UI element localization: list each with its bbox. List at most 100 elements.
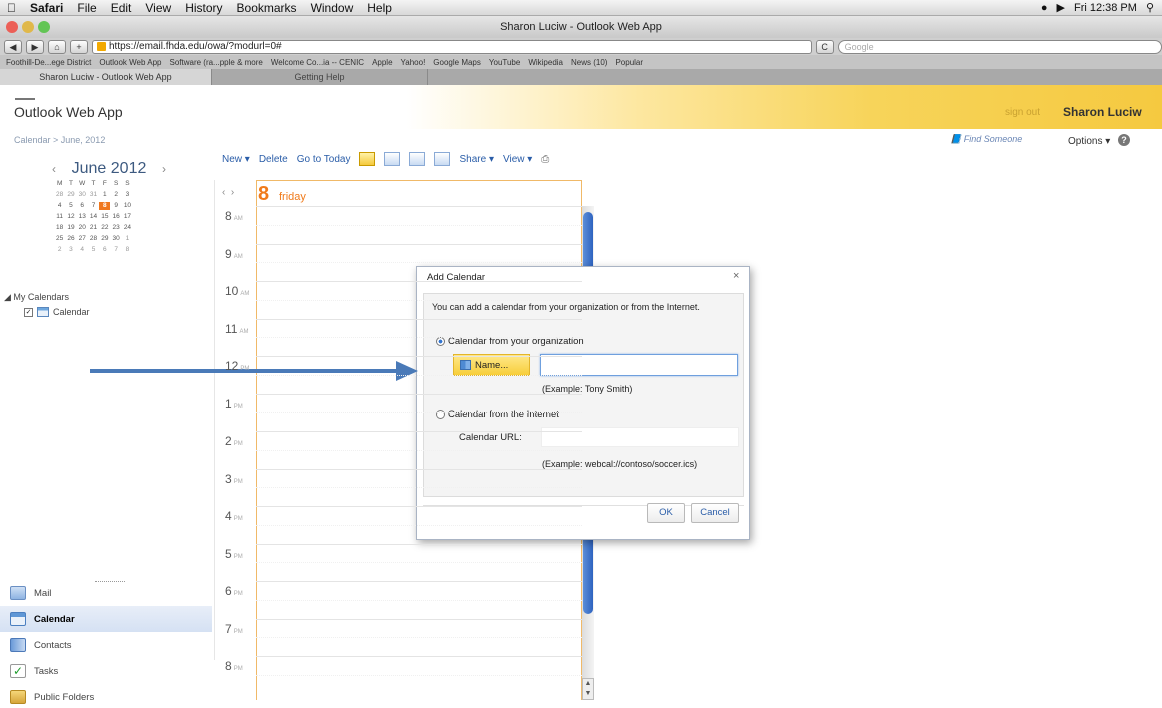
bookmark-item[interactable]: Popular [615, 58, 643, 67]
mini-calendar-day[interactable]: 15 [99, 213, 110, 221]
delete-button[interactable]: Delete [259, 154, 288, 165]
mini-calendar-day[interactable]: 22 [99, 224, 110, 232]
reload-button[interactable]: C [815, 39, 834, 54]
help-icon[interactable]: ? [1118, 134, 1130, 146]
nav-mail[interactable]: Mail [0, 580, 212, 606]
day-nav-arrows[interactable]: ‹ › [222, 187, 234, 198]
mini-calendar-day[interactable]: 8 [122, 246, 133, 254]
month-view-icon[interactable] [434, 152, 451, 166]
mini-calendar-day[interactable]: 9 [110, 202, 121, 210]
bookmark-item[interactable]: Software (ra...pple & more [169, 58, 262, 67]
search-field[interactable]: Google [837, 39, 1162, 54]
nav-tasks[interactable]: ✓ Tasks [0, 658, 212, 684]
mini-calendar-day[interactable]: 26 [65, 235, 76, 243]
mini-calendar-day[interactable]: 30 [77, 191, 88, 199]
mini-calendar-day[interactable]: 6 [99, 246, 110, 254]
tab-getting-help[interactable]: Getting Help [212, 69, 428, 85]
mini-calendar-day[interactable]: 29 [99, 235, 110, 243]
mini-calendar-day[interactable]: 8 [99, 202, 111, 210]
minimize-window-icon[interactable] [22, 21, 34, 33]
forward-button[interactable]: ▶ [26, 39, 44, 54]
mini-calendar-day[interactable]: 28 [54, 191, 65, 199]
mini-calendar-day[interactable]: 6 [77, 202, 88, 210]
back-button[interactable]: ◀ [4, 39, 22, 54]
close-window-icon[interactable] [6, 21, 18, 33]
radio-button-on[interactable] [436, 337, 445, 346]
add-bookmark-button[interactable]: + [70, 39, 88, 54]
next-month-icon[interactable]: › [156, 162, 172, 176]
cancel-button[interactable]: Cancel [691, 503, 739, 523]
mini-calendar-day[interactable]: 4 [77, 246, 88, 254]
close-icon[interactable]: × [733, 270, 739, 282]
mini-calendar-day[interactable]: 10 [122, 202, 133, 210]
mini-calendar-day[interactable]: 21 [88, 224, 99, 232]
mini-calendar-day[interactable]: 17 [122, 213, 133, 221]
calendar-list-item[interactable]: ✓ Calendar [24, 307, 90, 317]
mini-calendar-day[interactable]: 28 [88, 235, 99, 243]
zoom-window-icon[interactable] [38, 21, 50, 33]
mini-calendar-day[interactable]: 3 [122, 191, 133, 199]
bookmark-item[interactable]: YouTube [489, 58, 520, 67]
mini-calendar-day[interactable]: 31 [88, 191, 99, 199]
menu-safari[interactable]: Safari [23, 1, 70, 15]
volume-icon[interactable]: ▶ [1057, 1, 1065, 14]
address-bar[interactable]: https://email.fhda.edu/owa/?modurl=0# [92, 39, 812, 54]
view-button[interactable]: View ▾ [503, 154, 532, 165]
mini-calendar-day[interactable]: 1 [122, 235, 133, 243]
print-icon[interactable]: ⎙ [541, 154, 549, 165]
bookmark-item[interactable]: Welcome Co...ia -- CENIC [271, 58, 364, 67]
work-week-view-icon[interactable] [384, 152, 401, 166]
mini-calendar-day[interactable]: 29 [65, 191, 76, 199]
user-name[interactable]: Sharon Luciw [1063, 105, 1142, 119]
mini-calendar-day[interactable]: 19 [65, 224, 76, 232]
calendar-checkbox[interactable]: ✓ [24, 307, 33, 317]
clock[interactable]: Fri 12:38 PM [1074, 2, 1137, 14]
new-button[interactable]: New ▾ [222, 154, 250, 165]
mini-calendar-day[interactable]: 24 [122, 224, 133, 232]
name-button[interactable]: Name... [453, 354, 530, 376]
options-menu[interactable]: Options ▾ [1068, 136, 1110, 147]
bookmark-item[interactable]: Apple [372, 58, 392, 67]
share-button[interactable]: Share ▾ [459, 154, 494, 165]
mini-calendar-day[interactable]: 12 [65, 213, 76, 221]
find-someone-link[interactable]: 📘 Find Someone [950, 134, 1022, 145]
bookmark-item[interactable]: Outlook Web App [99, 58, 161, 67]
nav-calendar[interactable]: Calendar [0, 606, 212, 632]
menu-view[interactable]: View [138, 1, 178, 15]
home-button[interactable]: ⌂ [48, 39, 66, 54]
mini-calendar-day[interactable]: 20 [77, 224, 88, 232]
radio-calendar-from-internet[interactable]: Calendar from the Internet [436, 409, 559, 420]
mini-calendar-day[interactable]: 5 [88, 246, 99, 254]
tab-outlook[interactable]: Sharon Luciw - Outlook Web App [0, 69, 212, 85]
apple-menu-icon[interactable]:  [0, 1, 23, 15]
my-calendars-heading[interactable]: ◢ My Calendars [4, 292, 69, 303]
ok-button[interactable]: OK [647, 503, 685, 523]
wifi-icon[interactable]: ● [1041, 2, 1048, 14]
mini-calendar-day[interactable]: 30 [110, 235, 121, 243]
calendar-url-input[interactable] [541, 427, 739, 447]
mini-calendar-month[interactable]: June 2012 [72, 160, 147, 178]
mini-calendar-day[interactable]: 14 [88, 213, 99, 221]
mini-calendar-day[interactable]: 18 [54, 224, 65, 232]
mini-calendar-day[interactable]: 16 [110, 213, 121, 221]
mini-calendar-day[interactable]: 4 [54, 202, 65, 210]
mini-calendar-day[interactable]: 5 [65, 202, 76, 210]
bookmark-item[interactable]: Yahoo! [401, 58, 426, 67]
mini-calendar-day[interactable]: 25 [54, 235, 65, 243]
mini-calendar-day[interactable]: 1 [99, 191, 110, 199]
mini-calendar-day[interactable]: 23 [110, 224, 121, 232]
mini-calendar-day[interactable]: 7 [110, 246, 121, 254]
nav-public-folders[interactable]: Public Folders [0, 684, 212, 708]
bookmark-item[interactable]: News (10) [571, 58, 607, 67]
menu-window[interactable]: Window [304, 1, 361, 15]
mini-calendar-day[interactable]: 13 [77, 213, 88, 221]
mini-calendar-day[interactable]: 27 [77, 235, 88, 243]
bookmark-item[interactable]: Wikipedia [528, 58, 563, 67]
sign-out-link[interactable]: sign out [1005, 107, 1040, 118]
mini-calendar-day[interactable]: 2 [54, 246, 65, 254]
mini-calendar-day[interactable]: 3 [65, 246, 76, 254]
menu-history[interactable]: History [178, 1, 229, 15]
prev-month-icon[interactable]: ‹ [46, 162, 62, 176]
spotlight-icon[interactable]: ⚲ [1146, 1, 1154, 14]
mini-calendar-day[interactable]: 2 [110, 191, 121, 199]
